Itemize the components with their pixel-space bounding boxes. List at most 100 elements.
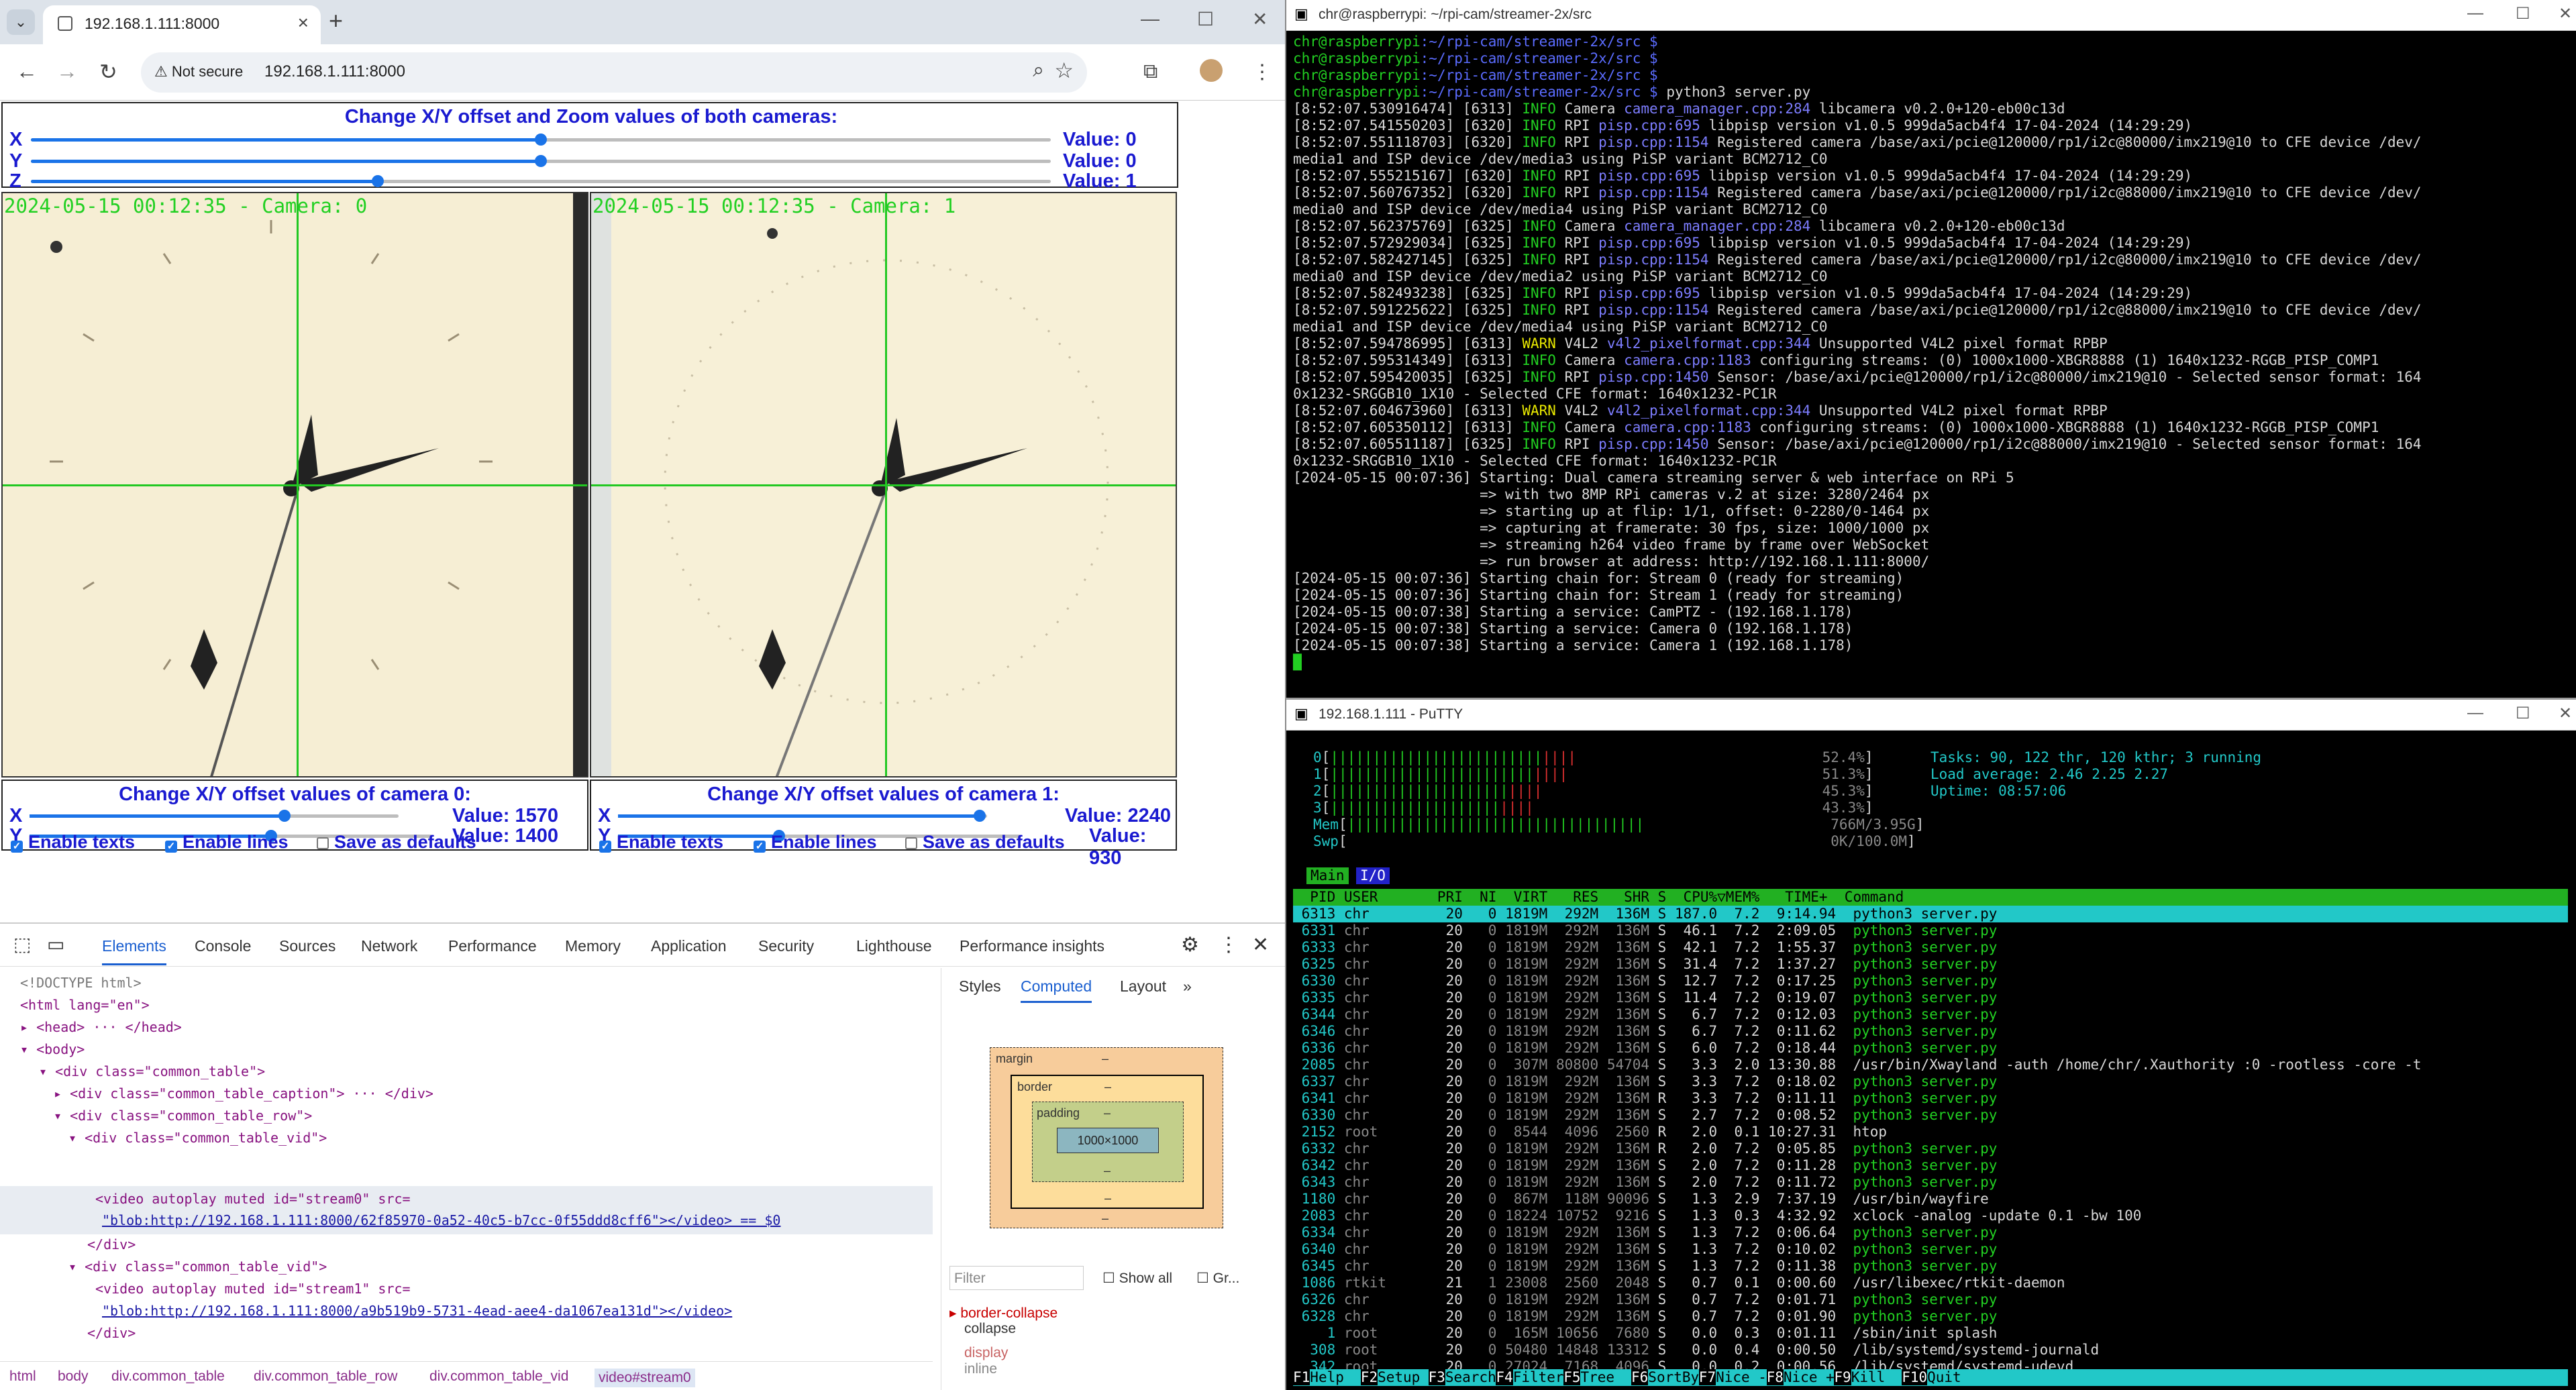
tab-computed[interactable]: Computed [1021,977,1092,1003]
dom-common-table[interactable]: ▾ <div class="common_table"> [39,1063,265,1079]
tab-sources[interactable]: Sources [279,937,336,955]
tab-performance-insights[interactable]: Performance insights [960,937,1104,955]
tab-styles[interactable]: Styles [959,977,1001,996]
minimize-icon[interactable]: — [1141,8,1160,30]
dom-video-stream1[interactable]: <video autoplay muted id="stream1" src= [95,1281,411,1297]
dom-video-stream0-src[interactable]: "blob:http://192.168.1.111:8000/62f85970… [102,1212,780,1228]
camera-0-x-slider[interactable] [30,810,399,822]
bookmark-star-icon[interactable]: ☆ [1054,58,1074,83]
group-checkbox[interactable]: ☐ Gr... [1196,1270,1239,1287]
crumb-video-stream0[interactable]: video#stream0 [595,1369,695,1387]
close-tab-icon[interactable]: × [298,12,309,34]
process-row[interactable]: 308 root 20 0 50480 14848 13312 S 0.0 0.… [1293,1342,2099,1358]
tab-console[interactable]: Console [195,937,251,955]
process-row[interactable]: 6325 chr 20 0 1819M 292M 136M S 31.4 7.2… [1293,956,1998,973]
tab-lighthouse[interactable]: Lighthouse [856,937,932,955]
process-row[interactable]: 6341 chr 20 0 1819M 292M 136M R 3.3 7.2 … [1293,1090,1998,1107]
camera-1-x-thumb[interactable] [974,810,986,822]
dom-head[interactable]: ▸ <head> ··· </head> [20,1019,182,1035]
camera-0-x-thumb[interactable] [278,810,291,822]
dom-table-vid-1[interactable]: ▾ <div class="common_table_vid"> [68,1259,327,1275]
close-window-icon[interactable]: ✕ [2559,4,2572,23]
slider-y[interactable] [31,155,1051,167]
back-icon[interactable]: ← [16,59,38,84]
process-row[interactable]: 6330 chr 20 0 1819M 292M 136M S 2.7 7.2 … [1293,1107,1998,1124]
process-row[interactable]: 6336 chr 20 0 1819M 292M 136M S 6.0 7.2 … [1293,1040,1998,1057]
camera-1-y-slider[interactable] [618,830,1021,842]
close-window-icon[interactable]: ✕ [1252,8,1268,30]
prop-display[interactable]: display [964,1345,1008,1361]
tab-layout[interactable]: Layout [1120,977,1166,996]
process-row[interactable]: 6328 chr 20 0 1819M 292M 136M S 0.7 7.2 … [1293,1308,1998,1325]
reload-icon[interactable]: ↻ [99,59,117,85]
dom-table-vid-0[interactable]: ▾ <div class="common_table_vid"> [68,1130,327,1146]
computed-filter-input[interactable]: Filter [949,1266,1084,1290]
fkey-f3[interactable]: F3Search [1428,1369,1496,1386]
crumb-common-table-row[interactable]: div.common_table_row [254,1369,397,1385]
fkey-f5[interactable]: F5Tree [1563,1369,1614,1386]
tab-performance[interactable]: Performance [448,937,537,955]
slider-y-thumb[interactable] [535,155,547,167]
process-row[interactable]: 6346 chr 20 0 1819M 292M 136M S 6.7 7.2 … [1293,1023,1998,1040]
extensions-icon[interactable]: ⧉ [1143,60,1157,83]
camera-1-video[interactable]: 2024-05-15 00:12:35 - Camera: 1 [590,192,1177,778]
process-row[interactable]: 6313 chr 20 0 1819M 292M 136M S 187.0 7.… [1293,906,1998,922]
tab-search-button[interactable]: ⌄ [7,9,35,35]
forward-icon[interactable]: → [56,59,78,84]
slider-x[interactable] [31,133,1051,146]
process-row[interactable]: 2083 chr 20 0 18224 10752 9216 S 1.3 0.3… [1293,1208,2142,1224]
fkey-f4[interactable]: F4Filter [1496,1369,1564,1386]
dom-doctype[interactable]: <!DOCTYPE html> [20,975,142,991]
process-row[interactable]: 2152 root 20 0 8544 4096 2560 R 2.0 0.1 … [1293,1124,1887,1140]
new-tab-button[interactable]: + [329,7,343,35]
crumb-common-table-vid[interactable]: div.common_table_vid [429,1369,568,1385]
fkey-f9[interactable]: F9Kill [1834,1369,1885,1386]
process-row[interactable]: 6334 chr 20 0 1819M 292M 136M S 1.3 7.2 … [1293,1224,1998,1241]
dom-video-stream1-src[interactable]: "blob:http://192.168.1.111:8000/a9b519b9… [102,1303,732,1319]
tab-memory[interactable]: Memory [565,937,621,955]
device-toolbar-icon[interactable]: ▭ [47,933,64,955]
process-row[interactable]: 6326 chr 20 0 1819M 292M 136M S 0.7 7.2 … [1293,1291,1998,1308]
process-row[interactable]: 1180 chr 20 0 867M 118M 90096 S 1.3 2.9 … [1293,1191,1989,1208]
slider-z-thumb[interactable] [371,175,384,187]
not-secure-indicator[interactable]: ⚠ Not secure [154,63,243,81]
camera-1-x-slider[interactable] [618,810,987,822]
dom-close-div[interactable]: </div> [87,1236,136,1252]
process-row[interactable]: 6332 chr 20 0 1819M 292M 136M R 2.0 7.2 … [1293,1140,1998,1157]
camera-0-video[interactable]: 2024-05-15 00:12:35 - Camera: 0 [1,192,588,778]
slider-z[interactable] [31,175,1051,187]
tab-network[interactable]: Network [361,937,417,955]
fkey-f7[interactable]: F7Nice - [1698,1369,1767,1386]
dom-body[interactable]: ▾ <body> [20,1041,85,1057]
fkey-f8[interactable]: F8Nice + [1766,1369,1835,1386]
settings-gear-icon[interactable]: ⚙ [1181,933,1199,957]
process-row[interactable]: 6342 chr 20 0 1819M 292M 136M S 2.0 7.2 … [1293,1157,1998,1174]
maximize-icon[interactable]: ☐ [1197,8,1214,30]
more-tabs-icon[interactable]: » [1183,977,1192,996]
crumb-body[interactable]: body [58,1369,89,1385]
process-row[interactable]: 6333 chr 20 0 1819M 292M 136M S 42.1 7.2… [1293,939,1998,956]
process-row[interactable]: 6330 chr 20 0 1819M 292M 136M S 12.7 7.2… [1293,973,1998,990]
htop-tab-io[interactable]: I/O [1356,867,1390,884]
fkey-f6[interactable]: F6SortBy [1631,1369,1699,1386]
url-text[interactable]: 192.168.1.111:8000 [264,62,405,81]
maximize-icon[interactable]: ☐ [2516,4,2530,23]
process-row[interactable]: 1086 rtkit 21 1 23008 2560 2048 S 0.7 0.… [1293,1275,2065,1291]
crumb-common-table[interactable]: div.common_table [111,1369,225,1385]
process-row[interactable]: 2085 chr 20 0 307M 80800 54704 S 3.3 2.0… [1293,1057,2422,1073]
address-bar[interactable]: ⚠ Not secure 192.168.1.111:8000 ⌕ ☆ [141,52,1087,93]
dom-table-row[interactable]: ▾ <div class="common_table_row"> [54,1108,312,1124]
profile-avatar[interactable] [1200,59,1223,82]
process-row[interactable]: 6335 chr 20 0 1819M 292M 136M S 11.4 7.2… [1293,990,1998,1006]
dom-video-stream0[interactable]: <video autoplay muted id="stream0" src= [95,1191,411,1207]
inspect-element-icon[interactable]: ⬚ [13,933,31,955]
process-row[interactable]: 6343 chr 20 0 1819M 292M 136M S 2.0 7.2 … [1293,1174,1998,1191]
crumb-html[interactable]: html [9,1369,36,1385]
prop-border-collapse[interactable]: ▸ border-collapse [949,1305,1058,1322]
show-all-checkbox[interactable]: ☐ Show all [1102,1270,1172,1287]
tab-security[interactable]: Security [758,937,814,955]
menu-kebab-icon[interactable]: ⋮ [1252,60,1272,84]
process-row[interactable]: 6331 chr 20 0 1819M 292M 136M S 46.1 7.2… [1293,922,1998,939]
tab-application[interactable]: Application [651,937,727,955]
process-row[interactable]: 6337 chr 20 0 1819M 292M 136M S 3.3 7.2 … [1293,1073,1998,1090]
